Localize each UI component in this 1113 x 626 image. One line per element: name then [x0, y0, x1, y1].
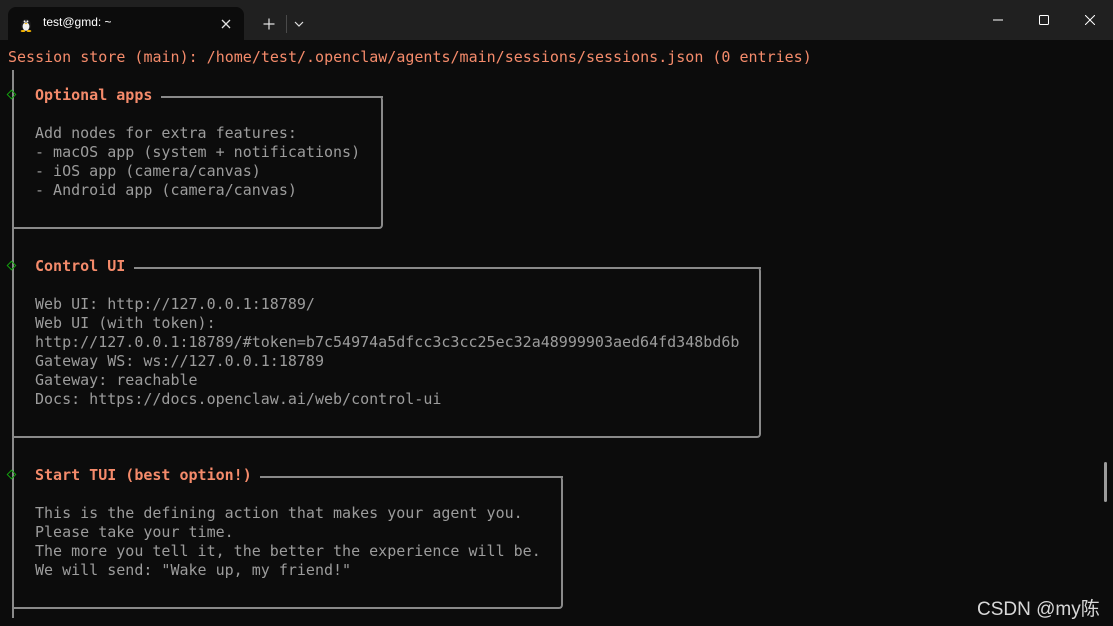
- close-icon: [1085, 15, 1095, 25]
- section-line: Add nodes for extra features:: [35, 124, 297, 142]
- section-line: The more you tell it, the better the exp…: [35, 542, 541, 560]
- session-store-line: Session store (main): /home/test/.opencl…: [8, 48, 812, 66]
- section-line: Web UI: http://127.0.0.1:18789/: [35, 295, 315, 313]
- maximize-button[interactable]: [1021, 0, 1067, 40]
- section-line: - iOS app (camera/canvas): [35, 162, 261, 180]
- maximize-icon: [1039, 15, 1049, 25]
- linux-penguin-icon: [18, 16, 34, 32]
- minimize-button[interactable]: [975, 0, 1021, 40]
- close-icon: [221, 19, 231, 29]
- section-line: Web UI (with token):: [35, 314, 216, 332]
- section-line: Please take your time.: [35, 523, 234, 541]
- section-line: Docs: https://docs.openclaw.ai/web/contr…: [35, 390, 442, 408]
- profile-dropdown-button[interactable]: [288, 12, 310, 36]
- title-bar: test@gmd: ~: [0, 0, 1113, 40]
- tab-title: test@gmd: ~: [43, 15, 112, 29]
- section-line: - Android app (camera/canvas): [35, 181, 297, 199]
- scrollbar-thumb[interactable]: [1104, 462, 1107, 502]
- watermark: CSDN @my陈: [977, 599, 1100, 620]
- plus-icon: [263, 18, 275, 30]
- chevron-down-icon: [294, 21, 304, 27]
- section-line: We will send: "Wake up, my friend!": [35, 561, 352, 579]
- section-line: Gateway WS: ws://127.0.0.1:18789: [35, 352, 324, 370]
- new-tab-button[interactable]: [257, 12, 281, 36]
- close-tab-button[interactable]: [214, 12, 238, 36]
- token-url[interactable]: http://127.0.0.1:18789/#token=b7c54974a5…: [35, 333, 739, 352]
- close-window-button[interactable]: [1067, 0, 1113, 40]
- tab-separator: [286, 15, 287, 33]
- section-line: Gateway: reachable: [35, 371, 198, 389]
- section-line: - macOS app (system + notifications): [35, 143, 361, 161]
- minimize-icon: [993, 19, 1003, 21]
- terminal-tab[interactable]: test@gmd: ~: [8, 7, 244, 40]
- section-line: This is the defining action that makes y…: [35, 504, 523, 522]
